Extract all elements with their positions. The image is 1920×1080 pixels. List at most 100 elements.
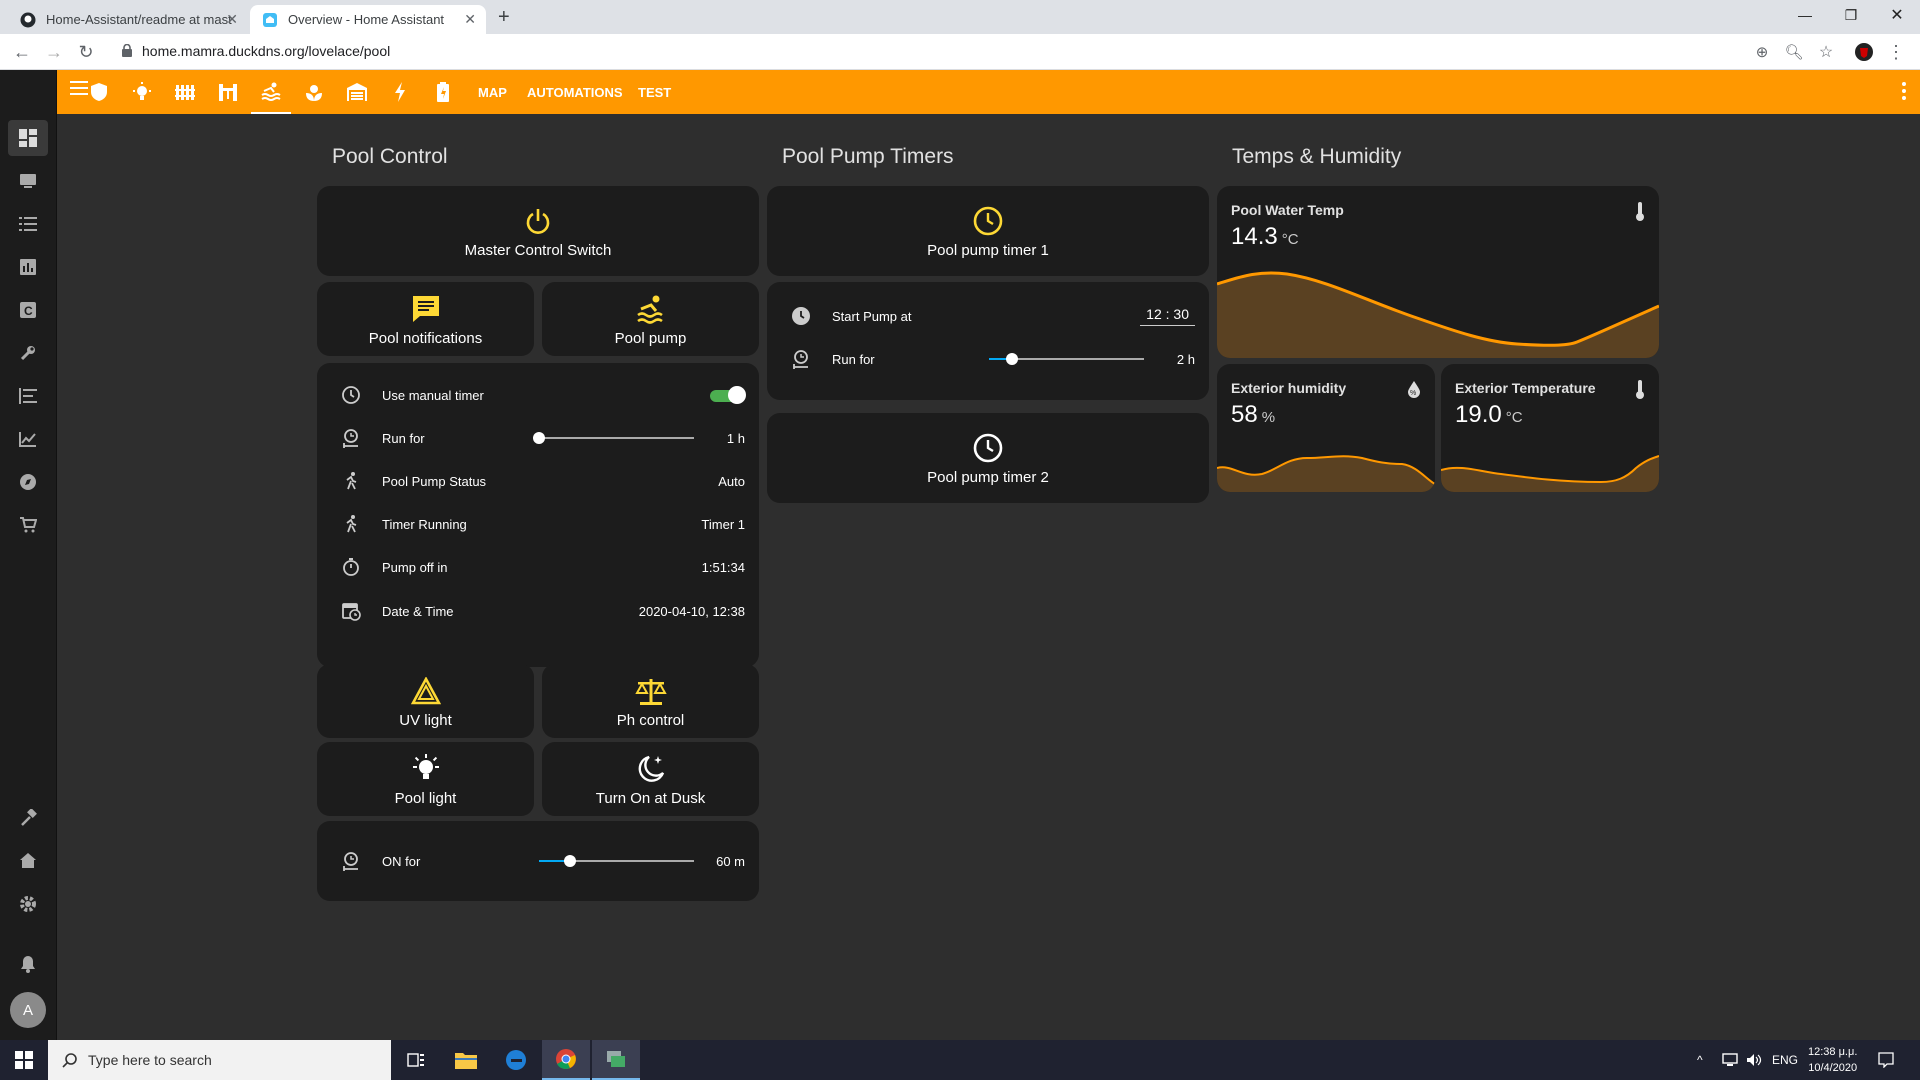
clock-icon	[973, 431, 1003, 465]
dashboard: Pool Control Master Control Switch Pool …	[57, 114, 1920, 1040]
pump-timer-2-button[interactable]: Pool pump timer 2	[767, 413, 1209, 503]
minimize-icon[interactable]: —	[1782, 0, 1828, 30]
on-for-card: ON for 60 m	[317, 821, 759, 901]
start-pump-label: Start Pump at	[832, 308, 912, 324]
language-indicator[interactable]: ENG	[1772, 1040, 1798, 1080]
home-assistant-icon	[262, 12, 278, 28]
shield-icon[interactable]	[79, 70, 119, 114]
tab-map[interactable]: MAP	[478, 70, 507, 114]
pool-pump-button[interactable]: Pool pump	[542, 282, 759, 356]
browser-tab-github[interactable]: Home-Assistant/readme at mast ✕	[8, 5, 248, 34]
cart-icon[interactable]	[8, 507, 48, 543]
manual-timer-toggle[interactable]	[710, 386, 746, 404]
profile-icon[interactable]	[1852, 40, 1876, 64]
timer-running-row: Timer Running Timer 1	[317, 504, 759, 544]
pump-status-value: Auto	[718, 473, 745, 489]
thermometer-icon	[1635, 380, 1645, 405]
close-window-icon[interactable]: ✕	[1874, 0, 1920, 30]
browser-tab-overview[interactable]: Overview - Home Assistant ✕	[250, 5, 486, 34]
tab-title: Home-Assistant/readme at mast	[46, 12, 232, 27]
pump-timer-1-label: Pool pump timer 1	[927, 241, 1049, 259]
lightbulb-icon[interactable]	[122, 70, 162, 114]
forward-icon[interactable]: →	[42, 40, 66, 64]
master-control-button[interactable]: Master Control Switch	[317, 186, 759, 276]
exterior-temperature-card[interactable]: Exterior Temperature 19.0 °C	[1441, 364, 1659, 492]
history-icon[interactable]	[8, 249, 48, 285]
turn-on-dusk-button[interactable]: Turn On at Dusk	[542, 742, 759, 816]
task-view-icon[interactable]	[392, 1040, 440, 1080]
chrome-icon[interactable]	[542, 1040, 590, 1080]
new-tab-button[interactable]: +	[498, 6, 510, 29]
start-pump-row: Start Pump at 12 : 30	[767, 296, 1209, 336]
clock[interactable]: 12:38 μ.μ. 10/4/2020	[1808, 1040, 1857, 1080]
notification-center-icon[interactable]	[1878, 1040, 1894, 1080]
pump-status-row: Pool Pump Status Auto	[317, 461, 759, 501]
garage-icon[interactable]	[337, 70, 377, 114]
notification-bell-icon[interactable]	[8, 946, 48, 982]
install-icon[interactable]: ⊕	[1750, 40, 1774, 64]
back-icon[interactable]: ←	[10, 40, 34, 64]
browser-menu-icon[interactable]: ⋮	[1884, 40, 1908, 64]
clock-icon	[973, 204, 1003, 238]
on-for-slider[interactable]	[539, 855, 694, 867]
reload-icon[interactable]: ↻	[74, 40, 98, 64]
gate-icon[interactable]	[208, 70, 248, 114]
exterior-humidity-card[interactable]: Exterior humidity 58% %	[1217, 364, 1435, 492]
vpn-app-icon[interactable]	[592, 1040, 640, 1080]
tab-automations[interactable]: AUTOMATIONS	[527, 70, 623, 114]
tab-test[interactable]: TEST	[638, 70, 671, 114]
pool-light-button[interactable]: Pool light	[317, 742, 534, 816]
flash-icon[interactable]	[380, 70, 420, 114]
wrench-icon[interactable]	[8, 335, 48, 371]
fence-icon[interactable]	[165, 70, 205, 114]
timer1-run-for-slider[interactable]	[989, 353, 1144, 365]
ha-icon[interactable]	[8, 163, 48, 199]
settings-gear-icon[interactable]	[8, 886, 48, 922]
network-icon[interactable]	[1722, 1040, 1738, 1080]
lock-icon	[122, 43, 132, 60]
tray-chevron-icon[interactable]: ^	[1697, 1040, 1703, 1080]
avatar[interactable]: A	[10, 992, 46, 1028]
uv-light-button[interactable]: UV light	[317, 664, 534, 738]
volume-icon[interactable]	[1746, 1040, 1762, 1080]
pool-icon[interactable]	[251, 70, 291, 114]
ph-control-button[interactable]: Ph control	[542, 664, 759, 738]
windows-start-icon[interactable]	[0, 1040, 48, 1080]
taskbar-search[interactable]: Type here to search	[48, 1040, 391, 1080]
restore-icon[interactable]: ❐	[1828, 0, 1874, 30]
hacs-icon[interactable]: C	[8, 292, 48, 328]
battery-icon[interactable]	[423, 70, 463, 114]
hammer-icon[interactable]	[8, 800, 48, 836]
edge-icon[interactable]	[492, 1040, 540, 1080]
ph-control-label: Ph control	[616, 711, 685, 729]
pool-pump-label: Pool pump	[614, 329, 687, 347]
app-header: MAP AUTOMATIONS TEST	[57, 70, 1920, 114]
log-viewer-icon[interactable]	[8, 378, 48, 414]
stopwatch-icon	[339, 555, 363, 579]
logbook-icon[interactable]	[8, 206, 48, 242]
header-menu-icon[interactable]	[1902, 82, 1906, 105]
pool-control-title: Pool Control	[332, 145, 448, 168]
run-icon	[339, 512, 363, 536]
close-icon[interactable]: ✕	[226, 11, 238, 28]
url-field[interactable]: home.mamra.duckdns.org/lovelace/pool	[112, 36, 1752, 66]
supervisor-icon[interactable]	[8, 843, 48, 879]
start-time-input[interactable]: 12 : 30	[1140, 306, 1195, 326]
pump-timer-1-button[interactable]: Pool pump timer 1	[767, 186, 1209, 276]
compass-icon[interactable]	[8, 464, 48, 500]
on-for-label: ON for	[382, 853, 421, 869]
file-explorer-icon[interactable]	[442, 1040, 490, 1080]
bookmark-star-icon[interactable]: ☆	[1814, 40, 1838, 64]
zoom-icon[interactable]: 🔍︎	[1782, 40, 1806, 64]
run-for-slider[interactable]	[533, 432, 694, 444]
chart-icon[interactable]	[8, 421, 48, 457]
master-control-label: Master Control Switch	[464, 241, 612, 259]
close-icon[interactable]: ✕	[464, 11, 476, 28]
run-for-row: Run for 1 h	[317, 418, 759, 458]
pool-notifications-button[interactable]: Pool notifications	[317, 282, 534, 356]
calendar-clock-icon	[339, 599, 363, 623]
flower-icon[interactable]	[294, 70, 334, 114]
overview-icon[interactable]	[8, 120, 48, 156]
pool-water-temp-card[interactable]: Pool Water Temp 14.3 °C	[1217, 186, 1659, 358]
timer1-run-for-label: Run for	[832, 351, 875, 367]
